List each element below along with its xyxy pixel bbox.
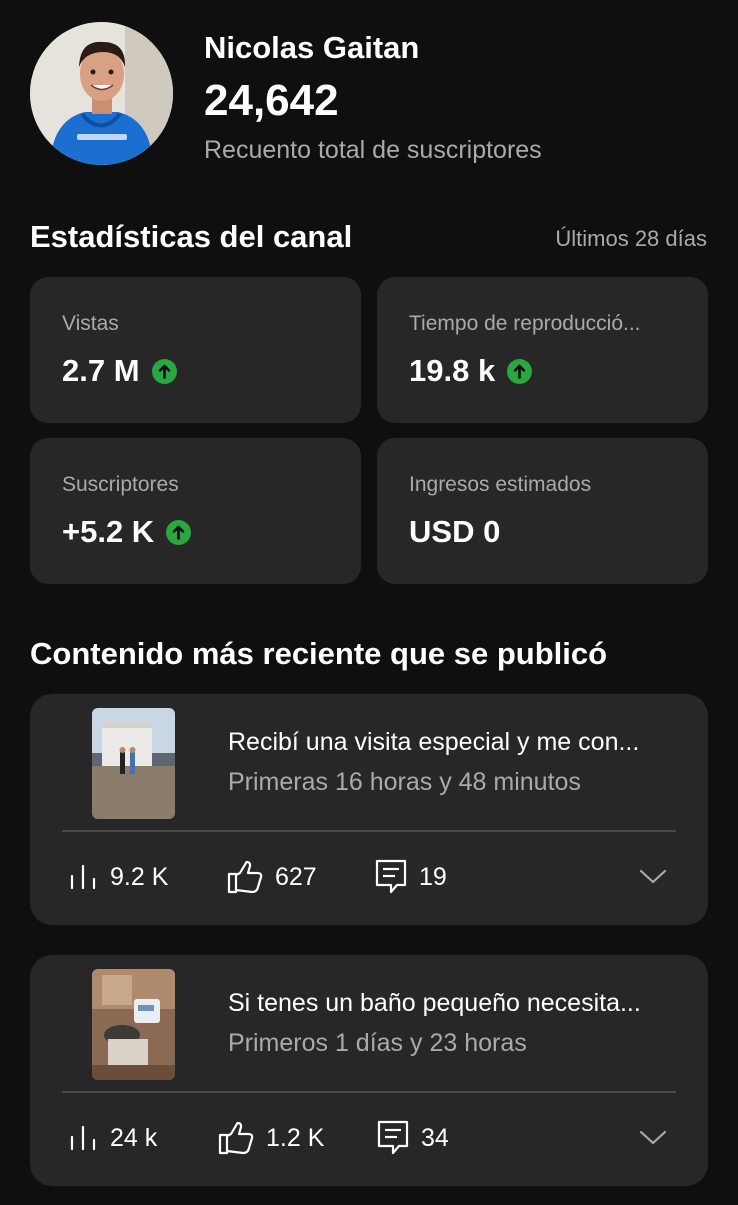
stats-period: Últimos 28 días xyxy=(555,226,707,251)
stat-value: 2.7 M xyxy=(62,353,140,388)
video-thumbnail[interactable] xyxy=(92,969,175,1080)
likes-metric: 627 xyxy=(227,857,317,897)
thumbs-up-icon xyxy=(227,860,263,894)
stat-label: Tiempo de reproducció... xyxy=(409,312,641,335)
stats-title: Estadísticas del canal xyxy=(30,219,353,254)
stat-card-revenue[interactable]: Ingresos estimados USD 0 xyxy=(377,438,708,584)
comments-value: 19 xyxy=(419,862,447,891)
views-metric: 9.2 K xyxy=(68,857,168,897)
video-thumbnail[interactable] xyxy=(92,708,175,819)
content-card[interactable]: Recibí una visita especial y me con... P… xyxy=(30,694,708,925)
stat-label: Suscriptores xyxy=(62,473,179,496)
content-card[interactable]: Si tenes un baño pequeño necesita... Pri… xyxy=(30,955,708,1186)
views-value: 9.2 K xyxy=(110,862,169,891)
video-timeframe: Primeros 1 días y 23 horas xyxy=(228,1029,527,1057)
likes-value: 1.2 K xyxy=(266,1123,325,1152)
comment-icon xyxy=(377,1120,409,1155)
subscriber-count-label: Recuento total de suscriptores xyxy=(204,136,542,164)
channel-name: Nicolas Gaitan xyxy=(204,30,420,65)
video-timeframe: Primeras 16 horas y 48 minutos xyxy=(228,768,581,796)
divider xyxy=(62,1091,676,1093)
video-title[interactable]: Recibí una visita especial y me con... xyxy=(228,728,678,757)
comments-value: 34 xyxy=(421,1123,449,1152)
thumbs-up-icon xyxy=(218,1121,254,1155)
likes-metric: 1.2 K xyxy=(218,1118,324,1158)
stat-card-subscribers[interactable]: Suscriptores +5.2 K xyxy=(30,438,361,584)
comments-metric: 34 xyxy=(377,1118,449,1158)
video-title[interactable]: Si tenes un baño pequeño necesita... xyxy=(228,989,678,1018)
chevron-down-icon[interactable] xyxy=(638,864,668,888)
comments-metric: 19 xyxy=(375,857,447,897)
views-value: 24 k xyxy=(110,1123,158,1152)
stat-card-views[interactable]: Vistas 2.7 M xyxy=(30,277,361,423)
trend-up-icon xyxy=(151,358,177,384)
avatar-image xyxy=(30,22,173,165)
recent-content-title: Contenido más reciente que se publicó xyxy=(30,636,608,671)
stat-label: Vistas xyxy=(62,312,119,335)
channel-header: Nicolas Gaitan 24,642 Recuento total de … xyxy=(30,22,710,172)
views-metric: 24 k xyxy=(68,1118,157,1158)
divider xyxy=(62,830,676,832)
stat-value: USD 0 xyxy=(409,514,501,549)
stat-value: +5.2 K xyxy=(62,514,155,549)
subscriber-count: 24,642 xyxy=(204,76,339,125)
chevron-down-icon[interactable] xyxy=(638,1125,668,1149)
avatar[interactable] xyxy=(30,22,173,165)
likes-value: 627 xyxy=(275,862,317,891)
trend-up-icon xyxy=(507,358,533,384)
bar-chart-icon xyxy=(70,864,96,890)
stat-card-watch-time[interactable]: Tiempo de reproducció... 19.8 k xyxy=(377,277,708,423)
bar-chart-icon xyxy=(70,1125,96,1151)
trend-up-icon xyxy=(166,519,192,545)
stat-label: Ingresos estimados xyxy=(409,473,592,496)
comment-icon xyxy=(375,859,407,894)
channel-dashboard: Nicolas Gaitan 24,642 Recuento total de … xyxy=(0,0,738,1205)
stat-value: 19.8 k xyxy=(409,353,496,388)
